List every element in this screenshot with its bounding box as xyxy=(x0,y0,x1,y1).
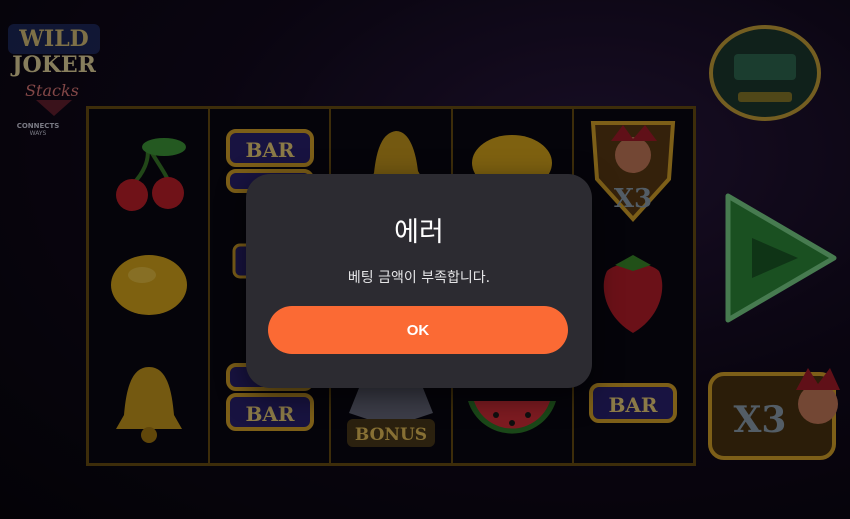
ok-button[interactable]: OK xyxy=(268,306,568,354)
dialog-title: 에러 xyxy=(394,217,444,248)
dialog-message: 베팅 금액이 부족합니다. xyxy=(347,270,491,286)
error-dialog: 에러 베팅 금액이 부족합니다. OK xyxy=(246,174,592,388)
game-stage: WILD JOKER Stacks CONNECTS WAYS BAR BAR … xyxy=(0,0,850,519)
